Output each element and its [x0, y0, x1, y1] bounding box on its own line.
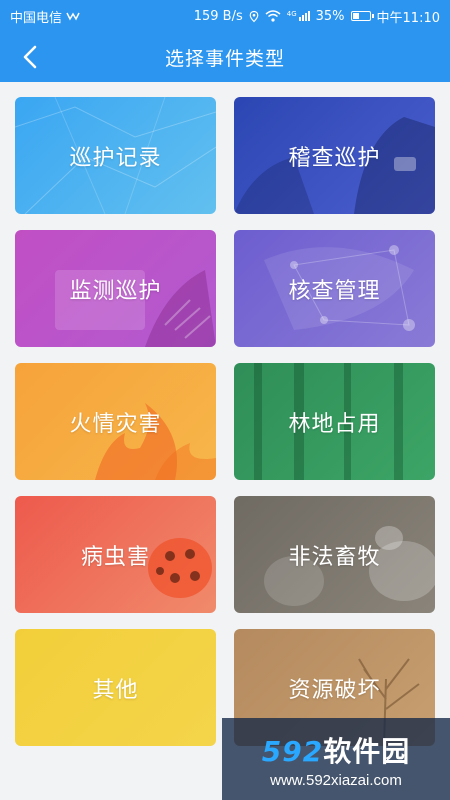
event-card-other[interactable]: 其他	[15, 629, 216, 746]
event-card-label: 稽查巡护	[288, 145, 381, 171]
watermark-brand: 592软件园	[262, 730, 410, 770]
status-bar: 中国电信 159 B/s 4G 35% 中午11:10	[0, 0, 450, 32]
event-card-verification-management[interactable]: 核查管理	[234, 230, 435, 347]
location-icon	[249, 10, 259, 22]
event-card-label: 监测巡护	[69, 278, 162, 304]
event-card-label: 其他	[92, 677, 139, 703]
page-title: 选择事件类型	[164, 47, 285, 70]
event-card-label: 火情灾害	[69, 411, 162, 437]
carrier-label: 中国电信	[10, 10, 63, 26]
watermark-brand-text: 软件园	[323, 734, 411, 768]
event-card-label: 核查管理	[288, 278, 381, 304]
battery-icon	[350, 11, 374, 21]
event-card-label: 非法畜牧	[288, 544, 381, 570]
event-card-fire-disaster[interactable]: 火情灾害	[15, 363, 216, 480]
app-notification-icon	[66, 12, 80, 21]
chevron-left-icon	[23, 45, 37, 69]
event-card-forest-land-occupation[interactable]: 林地占用	[234, 363, 435, 480]
watermark-brand-number: 592	[261, 734, 324, 768]
watermark-url: www.592xiazai.com	[270, 771, 402, 789]
event-card-illegal-grazing[interactable]: 非法畜牧	[234, 496, 435, 613]
wifi-icon	[265, 10, 281, 22]
event-card-label: 林地占用	[288, 411, 381, 437]
event-card-inspection-patrol[interactable]: 稽查巡护	[234, 97, 435, 214]
back-button[interactable]	[10, 32, 50, 82]
event-card-label: 病虫害	[80, 544, 150, 570]
site-watermark: 592软件园 www.592xiazai.com	[222, 718, 450, 800]
event-card-monitoring-patrol[interactable]: 监测巡护	[15, 230, 216, 347]
network-speed: 159 B/s	[193, 8, 243, 24]
signal-strength-icon: 4G	[287, 11, 310, 21]
signal-type-label: 4G	[286, 10, 297, 18]
event-type-grid: 巡护记录 稽查巡护 监测巡护 核查管理 火情灾害 林地占用 病虫害 非法畜牧 其…	[15, 97, 435, 746]
clock: 中午11:10	[376, 10, 440, 26]
event-card-pests-diseases[interactable]: 病虫害	[15, 496, 216, 613]
event-card-patrol-record[interactable]: 巡护记录	[15, 97, 216, 214]
app-header: 选择事件类型	[0, 32, 450, 82]
battery-percent: 35%	[315, 8, 345, 24]
event-card-label: 巡护记录	[69, 145, 162, 171]
event-type-panel: 巡护记录 稽查巡护 监测巡护 核查管理 火情灾害 林地占用 病虫害 非法畜牧 其…	[0, 82, 450, 800]
event-card-label: 资源破坏	[288, 677, 381, 703]
